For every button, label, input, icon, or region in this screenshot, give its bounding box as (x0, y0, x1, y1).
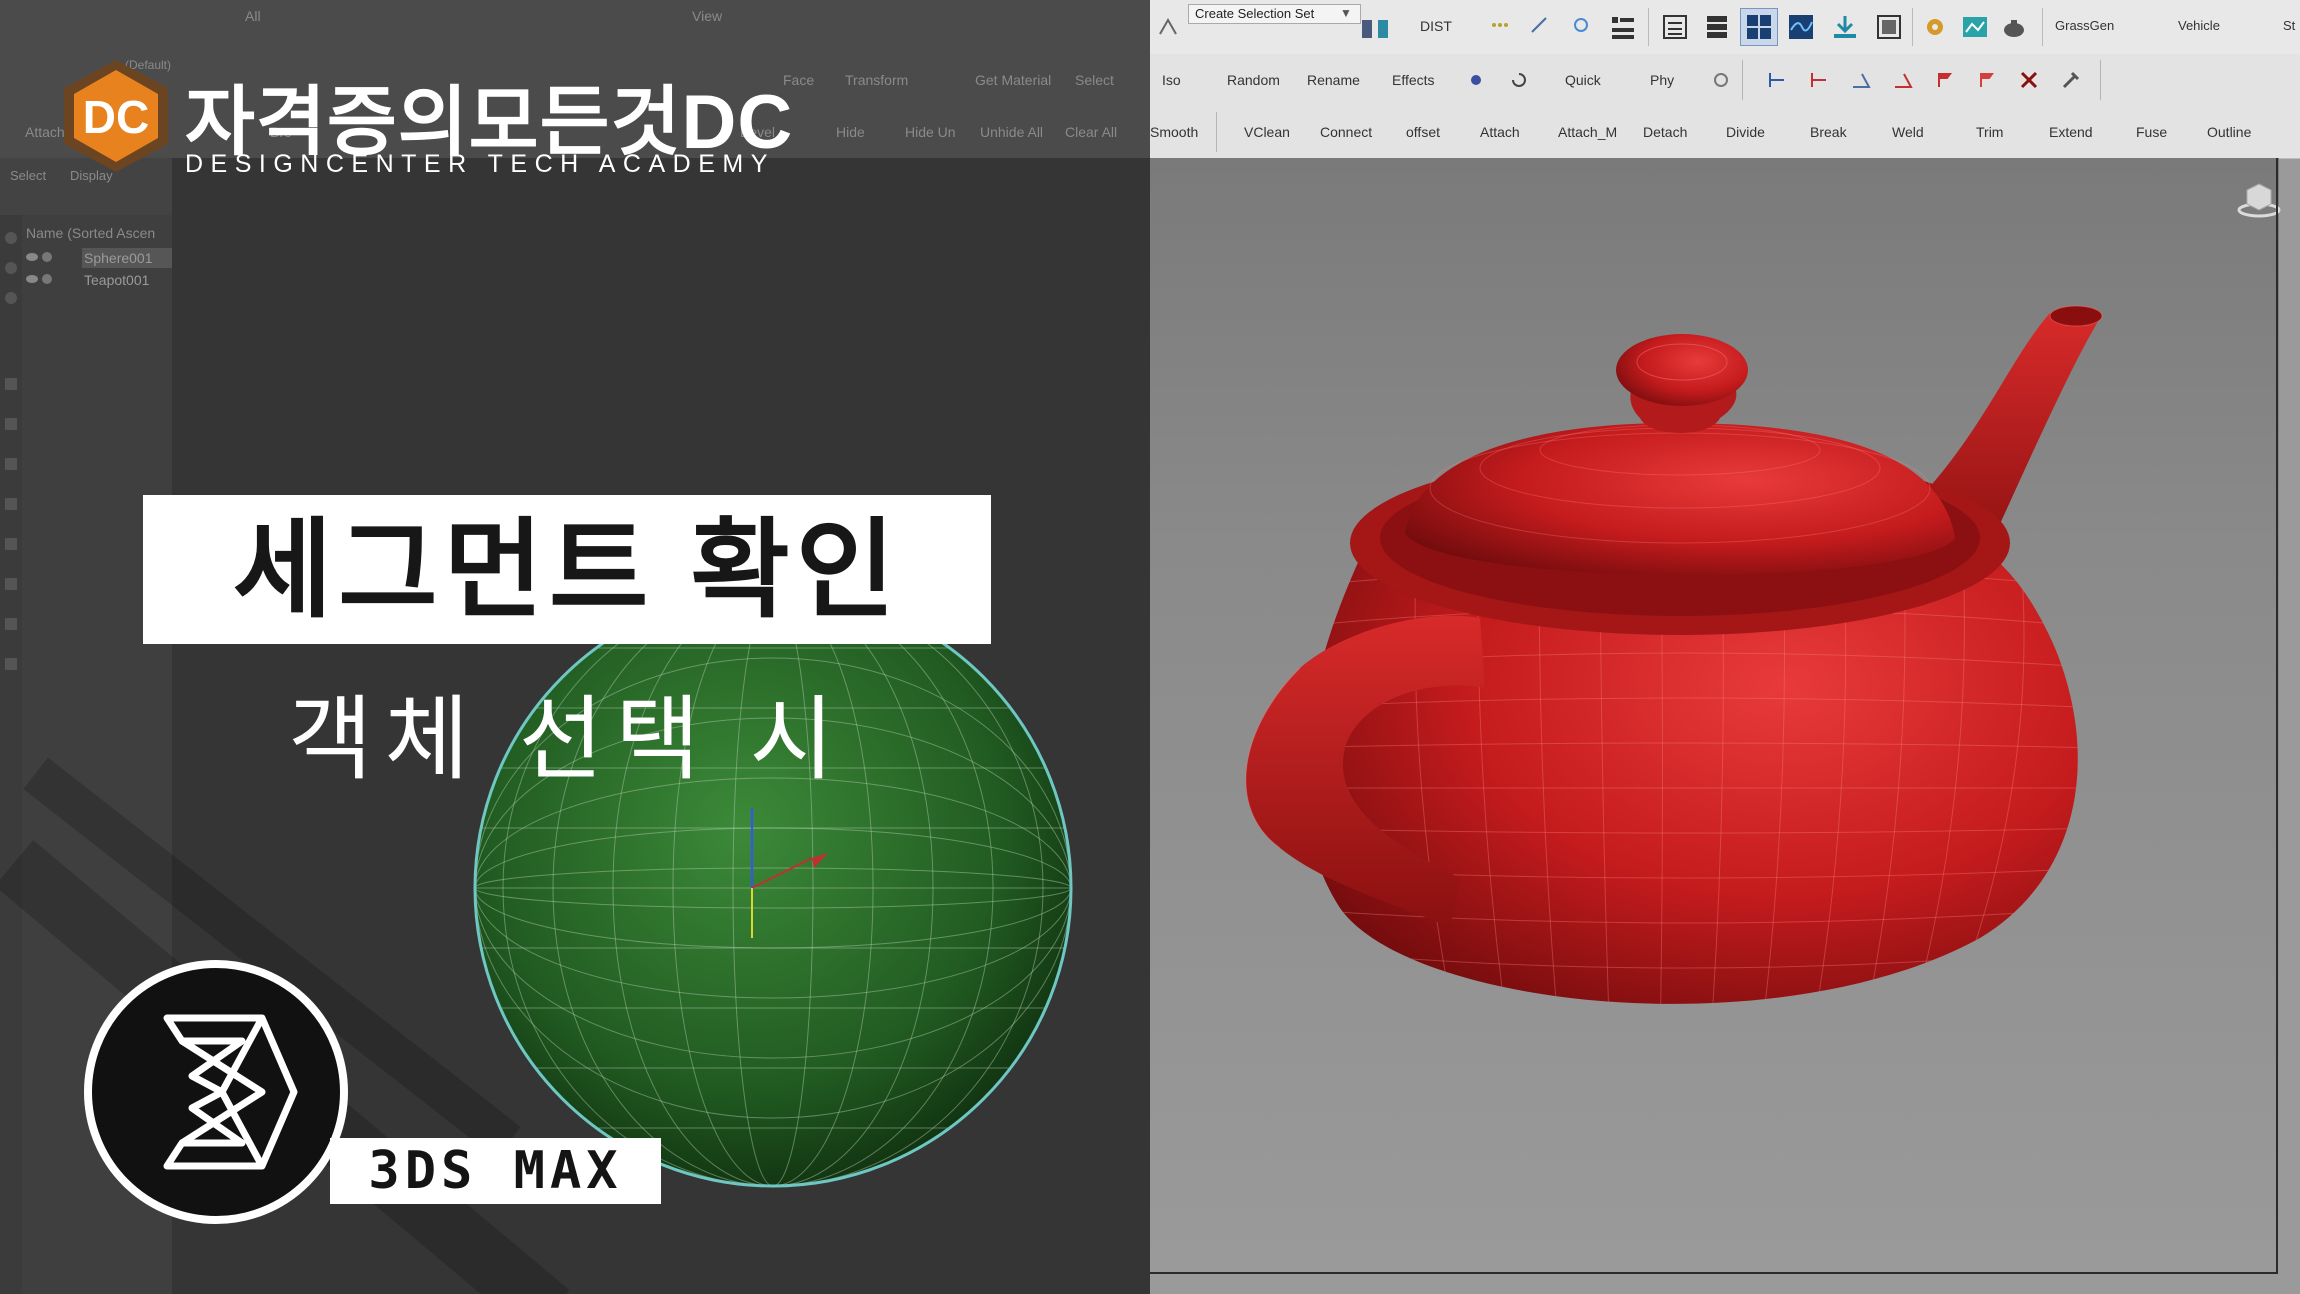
toolbar-divider (2042, 8, 2043, 46)
angle-red-icon[interactable] (1892, 69, 1914, 91)
command-row-2: Smooth VClean Connect offset Attach Atta… (1150, 106, 2300, 159)
freeze-dot-icon[interactable] (42, 252, 52, 262)
left-cmd-hide-un[interactable]: Hide Un (905, 124, 956, 140)
vehicle-button[interactable]: Vehicle (2178, 18, 2220, 33)
3ds-max-logo (82, 958, 350, 1226)
dist-button[interactable]: DIST (1420, 18, 1452, 34)
teapot-render-icon[interactable] (2000, 12, 2030, 42)
cmd-effects[interactable]: Effects (1392, 72, 1435, 88)
create-selection-set-field[interactable]: Create Selection Set (1188, 4, 1361, 24)
layers-icon[interactable] (1702, 12, 1732, 42)
cmd-attach-m[interactable]: Attach_M (1558, 124, 1617, 140)
snowflake-icon[interactable] (1570, 14, 1592, 36)
left-tool-icons (5, 232, 17, 670)
render-setup-icon[interactable] (1874, 12, 1904, 42)
cmd-weld[interactable]: Weld (1892, 124, 1924, 140)
grid-view-icon[interactable] (1740, 8, 1778, 46)
cmd-vclean[interactable]: VClean (1244, 124, 1290, 140)
left-vertical-toolbar (0, 158, 23, 1294)
cmd-connect[interactable]: Connect (1320, 124, 1372, 140)
visibility-eye-icon[interactable] (26, 253, 38, 261)
download-icon[interactable] (1830, 12, 1860, 42)
dc-logo: DC (58, 58, 174, 179)
cmd-quick[interactable]: Quick (1565, 72, 1601, 88)
row-divider (2100, 60, 2101, 100)
subheadline-text: 객체 선택 시 (287, 689, 847, 791)
pin-right-icon[interactable] (1808, 69, 1830, 91)
app-label: 3DS MAX (368, 1141, 623, 1201)
freeze-dot-icon[interactable] (42, 274, 52, 284)
pin-left-icon[interactable] (1766, 69, 1788, 91)
hammer-icon[interactable] (2060, 69, 2082, 91)
brand-english-subtitle: DESIGNCENTER TECH ACADEMY (185, 150, 775, 178)
cmd-fuse[interactable]: Fuse (2136, 124, 2167, 140)
scene-row-teapot[interactable]: Teapot001 (26, 270, 172, 290)
left-cmd-select[interactable]: Select (1075, 72, 1114, 88)
cmd-smooth[interactable]: Smooth (1150, 124, 1198, 140)
toolbar-divider (1648, 8, 1649, 46)
cmd-offset[interactable]: offset (1406, 124, 1440, 140)
row-divider (1216, 112, 1217, 152)
cmd-phy[interactable]: Phy (1650, 72, 1674, 88)
scatter-icon[interactable] (1528, 14, 1550, 36)
scene-item-label: Teapot001 (84, 272, 150, 288)
list-icon[interactable] (1660, 12, 1690, 42)
left-cmd-get-material[interactable]: Get Material (975, 72, 1051, 88)
cmd-extend[interactable]: Extend (2049, 124, 2093, 140)
scene-tab-select[interactable]: Select (10, 168, 46, 183)
left-cmd-unhide-all[interactable]: Unhide All (980, 124, 1043, 140)
cmd-attach[interactable]: Attach (1480, 124, 1520, 140)
select-filter-icon[interactable] (1156, 14, 1182, 40)
cmd-iso[interactable]: Iso (1162, 72, 1181, 88)
command-row-1: Iso Random Rename Effects Quick Phy (1150, 54, 2300, 107)
curve-editor-icon[interactable] (1786, 12, 1816, 42)
scene-column-header[interactable]: Name (Sorted Ascen (26, 225, 155, 241)
flag-2-icon[interactable] (1976, 69, 1998, 91)
physics-icon[interactable] (1710, 69, 1732, 91)
paint-icon[interactable] (1465, 69, 1487, 91)
left-cmd-transform[interactable]: Transform (845, 72, 908, 88)
cmd-outline[interactable]: Outline (2207, 124, 2251, 140)
cmd-rename[interactable]: Rename (1307, 72, 1360, 88)
viewport-border (1150, 158, 2278, 1274)
cmd-trim[interactable]: Trim (1976, 124, 2003, 140)
align-icon[interactable] (1608, 12, 1638, 42)
cmd-break[interactable]: Break (1810, 124, 1847, 140)
scene-item-label: Sphere001 (84, 250, 153, 266)
headline-text: 세그먼트 확인 (232, 509, 902, 630)
scene-row-sphere[interactable]: Sphere001 (26, 248, 172, 268)
cmd-divide[interactable]: Divide (1726, 124, 1765, 140)
cross-icon[interactable] (2018, 69, 2040, 91)
dots-icon[interactable] (1490, 16, 1508, 34)
grassgen-button[interactable]: GrassGen (2055, 18, 2114, 33)
refresh-icon[interactable] (1508, 69, 1530, 91)
gear-icon[interactable] (1920, 12, 1950, 42)
visibility-eye-icon[interactable] (26, 275, 38, 283)
mirror-icon[interactable] (1358, 12, 1392, 46)
left-cmd-clear-all[interactable]: Clear All (1065, 124, 1117, 140)
main-toolbar: Create Selection Set ▼ DIST GrassGen Veh… (1150, 0, 2300, 55)
left-select-filter[interactable]: All (245, 8, 261, 24)
row-divider (1742, 60, 1743, 100)
cmd-detach[interactable]: Detach (1643, 124, 1687, 140)
left-view-dropdown[interactable]: View (692, 8, 722, 24)
angle-icon[interactable] (1850, 69, 1872, 91)
logo-letters: DC (83, 91, 149, 143)
render-frame-icon[interactable] (1960, 12, 1990, 42)
st-button[interactable]: St (2283, 18, 2295, 33)
chevron-down-icon[interactable]: ▼ (1340, 6, 1352, 20)
right-interface: Create Selection Set ▼ DIST GrassGen Veh… (1150, 0, 2300, 1294)
left-cmd-hide[interactable]: Hide (836, 124, 865, 140)
flag-icon[interactable] (1934, 69, 1956, 91)
toolbar-divider (1912, 8, 1913, 46)
cmd-random[interactable]: Random (1227, 72, 1280, 88)
